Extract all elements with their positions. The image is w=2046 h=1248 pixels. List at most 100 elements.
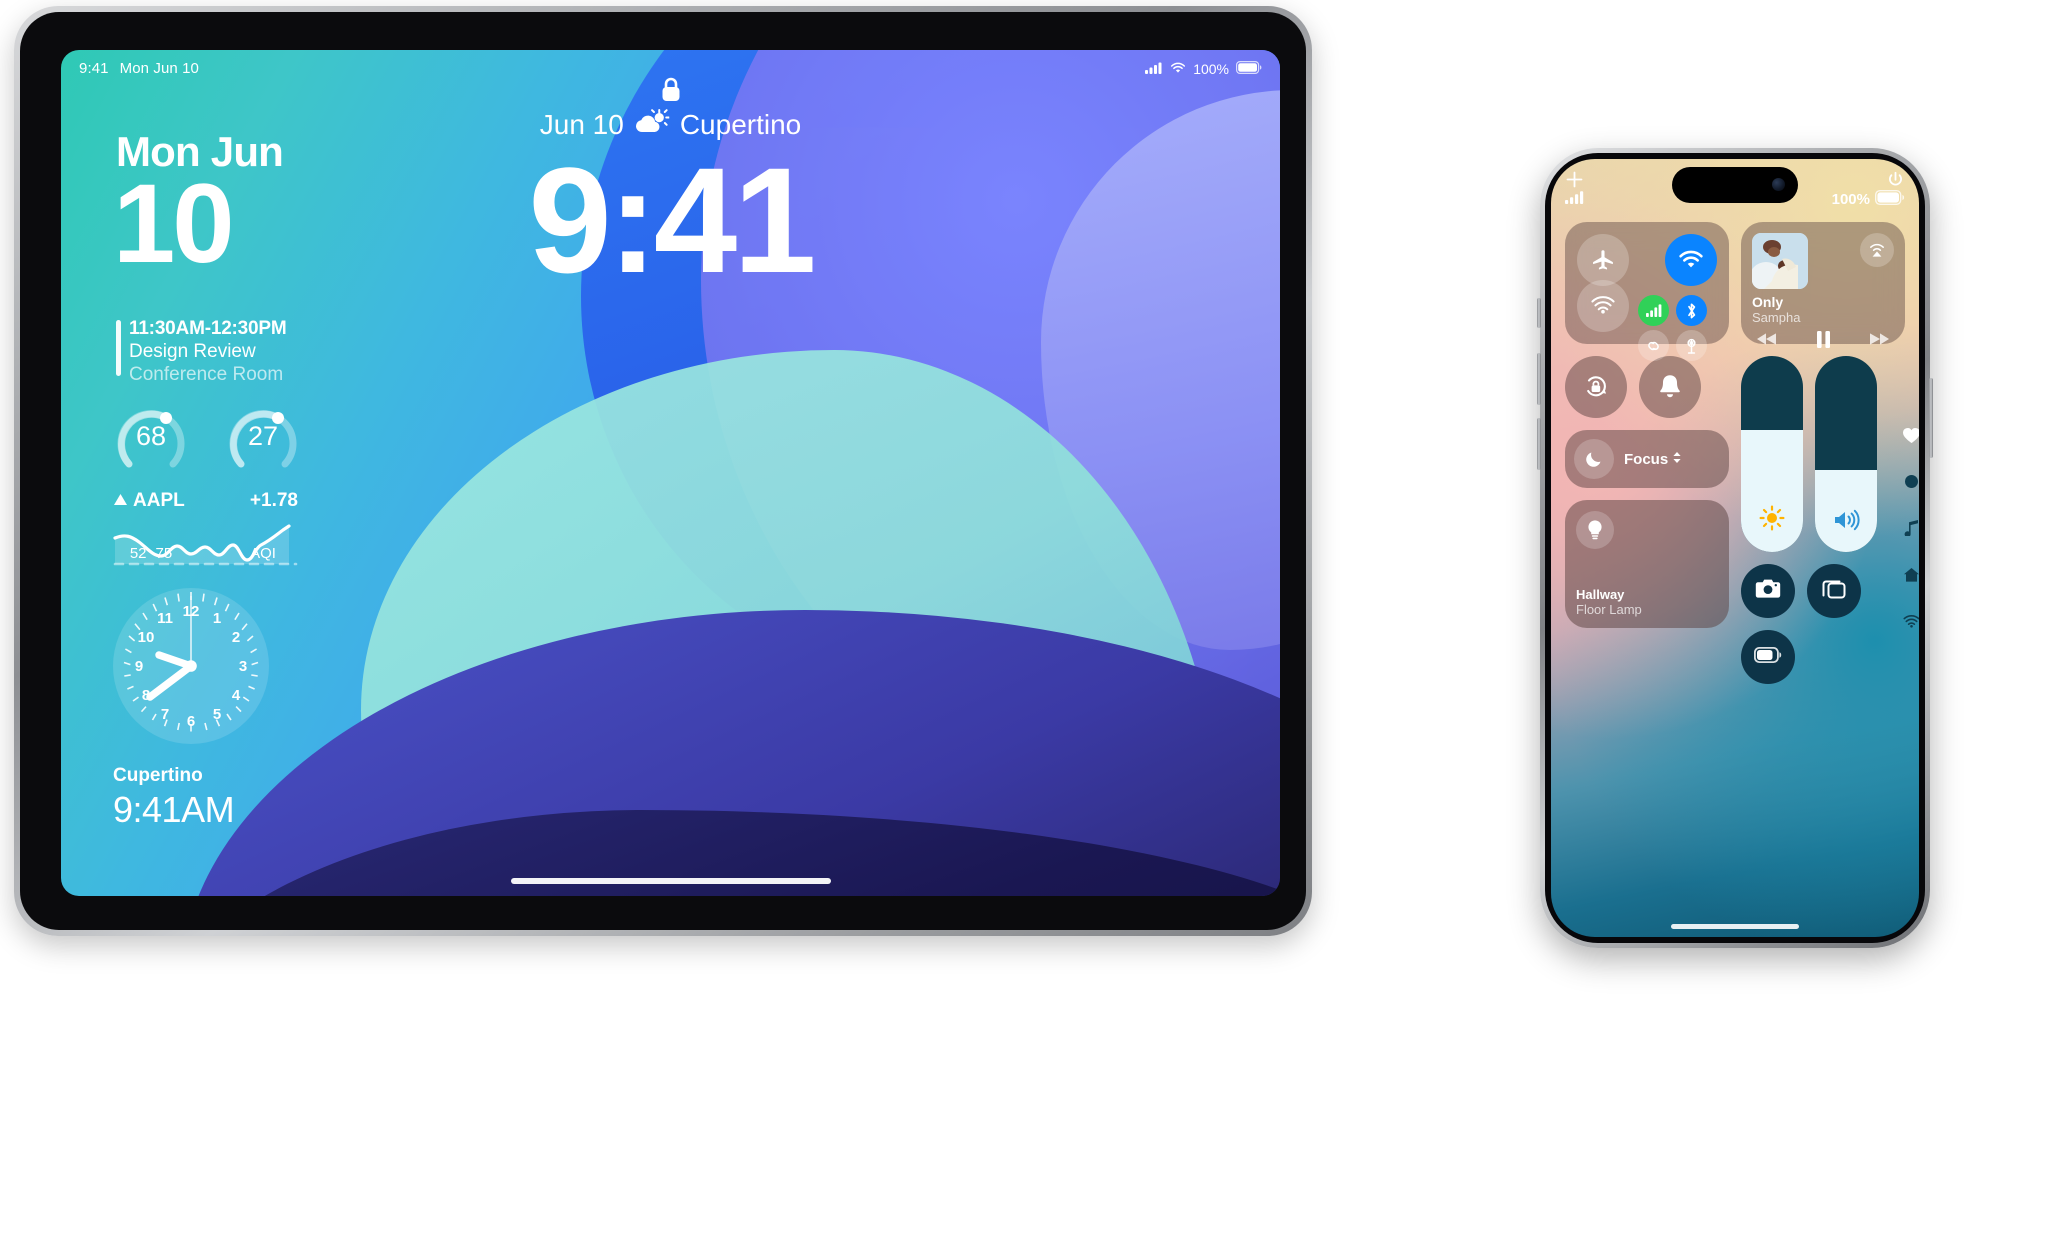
stock-sparkline-chart [113, 520, 298, 577]
focus-control[interactable]: Focus [1565, 430, 1729, 488]
moon-icon [1574, 439, 1614, 479]
iphone-control-center[interactable]: 100% Only Sampha Focus Hallway Floor Lam… [1551, 159, 1919, 937]
battery-icon [1874, 189, 1905, 209]
airplane-mode-icon[interactable] [1577, 234, 1629, 286]
wifi-icon [1170, 61, 1186, 77]
brightness-sun-icon [1759, 505, 1785, 536]
ipad-status-bar-right: 100% [1145, 61, 1262, 77]
event-time-range: 11:30AM-12:30PM [129, 318, 287, 339]
wifi-icon[interactable] [1665, 234, 1717, 286]
bell-icon[interactable] [1639, 356, 1701, 418]
playback-controls [1752, 330, 1894, 353]
music-note-icon[interactable] [1904, 519, 1919, 541]
side-button[interactable] [1929, 378, 1933, 458]
home-accessory-room: Hallway [1576, 587, 1625, 602]
world-clock-city: Cupertino [113, 765, 203, 786]
iphone-home-indicator[interactable] [1671, 924, 1799, 929]
right-controls-column [1741, 356, 1905, 684]
home-accessory-labels: Hallway Floor Lamp [1576, 587, 1718, 617]
pause-icon[interactable] [1816, 330, 1831, 353]
dot-icon[interactable] [1905, 475, 1918, 493]
status-date: Mon Jun 10 [119, 60, 199, 77]
camera-icon [1755, 578, 1781, 604]
now-playing-card[interactable]: Only Sampha [1741, 222, 1905, 348]
silent-switch[interactable] [1537, 298, 1541, 328]
ipad-lock-screen[interactable]: 9:41 Mon Jun 10 100% Jun 10 Cupertino 9:… [61, 50, 1280, 896]
gauge-value: 68 [135, 421, 167, 451]
stock-symbol-group: AAPL [113, 490, 185, 512]
ipad-home-indicator[interactable] [510, 878, 831, 884]
rotation-lock-icon[interactable] [1565, 356, 1627, 418]
brightness-slider[interactable] [1741, 356, 1803, 552]
home-accessory-tile[interactable]: Hallway Floor Lamp [1565, 500, 1729, 628]
lightbulb-icon [1576, 511, 1614, 549]
analog-clock-widget[interactable]: 12 1 2 345 678 9 10 11 [105, 580, 277, 757]
home-accessory-name: Floor Lamp [1576, 602, 1642, 617]
svg-text:3: 3 [239, 658, 247, 675]
volume-slider[interactable] [1815, 356, 1877, 552]
satellite-icon[interactable] [1676, 330, 1707, 361]
cellular-bars-icon [1145, 61, 1163, 77]
svg-text:1: 1 [213, 610, 221, 627]
airplay-audio-icon[interactable] [1860, 233, 1894, 267]
svg-text:9: 9 [135, 658, 143, 675]
battery-icon [1236, 61, 1262, 77]
calendar-event-widget[interactable]: 11:30AM-12:30PM Design Review Conference… [116, 318, 287, 386]
ipad-status-bar-left: 9:41 Mon Jun 10 [79, 60, 199, 77]
battery-percent: 100% [1193, 61, 1229, 77]
cellular-bars-icon [1565, 190, 1585, 209]
gauge-value: 27 [247, 421, 279, 451]
airdrop-icon[interactable] [1577, 280, 1629, 332]
connectivity-icon[interactable] [1903, 614, 1919, 635]
toggle-row [1565, 356, 1729, 418]
event-title: Design Review [129, 341, 256, 362]
slider-row [1741, 356, 1905, 552]
svg-text:4: 4 [232, 687, 241, 704]
volume-down-button[interactable] [1537, 418, 1541, 470]
stock-widget[interactable]: AAPL +1.78 [113, 490, 298, 577]
iphone-status-bar: 100% [1565, 189, 1905, 209]
control-center-grid: Only Sampha Focus Hallway Floor Lamp [1565, 222, 1905, 925]
lock-screen-clock: 9:41 [528, 136, 816, 304]
focus-label-group: Focus [1624, 451, 1682, 468]
now-playing-artist: Sampha [1752, 310, 1801, 326]
focus-label: Focus [1624, 450, 1669, 468]
control-center-page-rail [1902, 427, 1919, 635]
heart-icon[interactable] [1902, 427, 1919, 449]
stock-symbol: AAPL [133, 490, 185, 511]
speaker-volume-icon [1832, 509, 1860, 536]
lock-icon [660, 76, 682, 109]
svg-text:10: 10 [138, 629, 155, 646]
stock-change: +1.78 [249, 490, 298, 511]
low-power-mode-tile[interactable] [1741, 630, 1795, 684]
triangle-up-icon [113, 490, 128, 512]
status-time: 9:41 [79, 60, 109, 77]
iphone-device: 100% Only Sampha Focus Hallway Floor Lam… [1537, 148, 1933, 948]
connectivity-card[interactable] [1565, 222, 1729, 361]
event-location: Conference Room [129, 364, 284, 385]
volume-up-button[interactable] [1537, 353, 1541, 405]
bluetooth-icon[interactable] [1676, 295, 1707, 326]
screen-mirroring-tile[interactable] [1807, 564, 1861, 618]
stock-header: AAPL +1.78 [113, 490, 298, 512]
updown-chevron-icon [1672, 451, 1682, 468]
date-widget-day[interactable]: 10 [113, 168, 235, 280]
fast-forward-icon[interactable] [1868, 332, 1890, 351]
svg-text:7: 7 [161, 706, 169, 723]
screen-mirroring-icon [1821, 577, 1847, 606]
ipad-device: 9:41 Mon Jun 10 100% Jun 10 Cupertino 9:… [14, 6, 1312, 936]
world-clock-time: 9:41AM [113, 789, 235, 830]
album-artwork [1752, 233, 1808, 289]
quick-tiles [1741, 564, 1905, 684]
house-icon[interactable] [1903, 567, 1919, 588]
svg-text:11: 11 [157, 610, 173, 627]
camera-tile[interactable] [1741, 564, 1795, 618]
cellular-data-icon[interactable] [1638, 295, 1669, 326]
world-clock-widget[interactable]: Cupertino 9:41AM [113, 765, 235, 831]
personal-hotspot-icon[interactable] [1638, 330, 1669, 361]
battery-percent: 100% [1831, 191, 1870, 208]
rewind-icon[interactable] [1756, 332, 1778, 351]
battery-status: 100% [1831, 189, 1905, 209]
svg-text:2: 2 [232, 629, 240, 646]
left-controls-column: Focus Hallway Floor Lamp [1565, 356, 1729, 684]
